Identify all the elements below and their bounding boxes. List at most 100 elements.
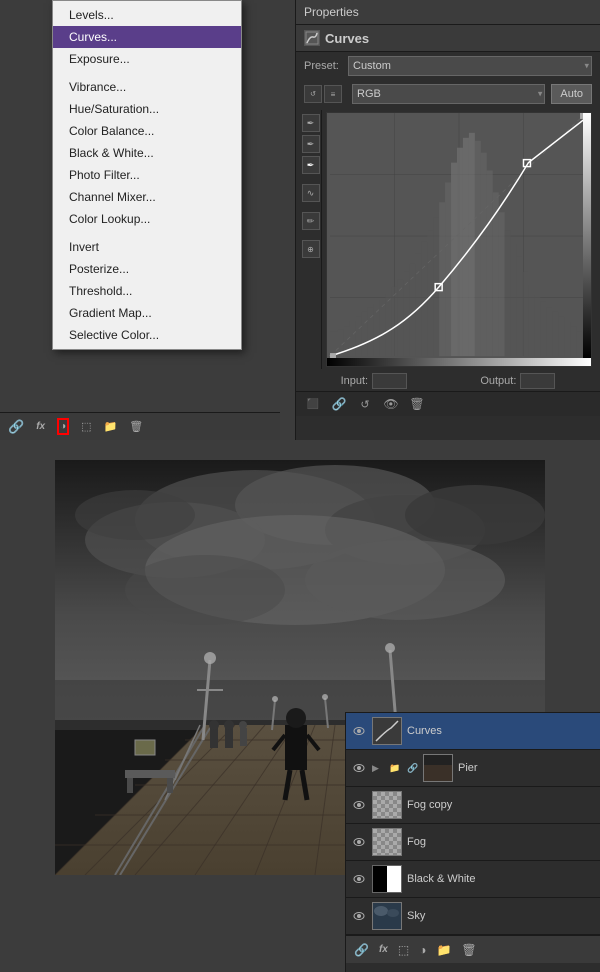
delete-layer-icon[interactable]: 🗑 [129, 420, 143, 433]
menu-item-black-white[interactable]: Black & White... [53, 142, 241, 164]
curves-svg [327, 113, 591, 366]
layer-thumb-fog [372, 828, 402, 856]
eyedropper-black-tool[interactable]: ✒ [302, 114, 320, 132]
adjustment-dropdown-menu: Levels... Curves... Exposure... Vibrance… [52, 0, 242, 350]
clip-shadows-icon[interactable]: ⬛ [304, 395, 322, 413]
channel-select[interactable]: RGB [352, 84, 545, 104]
layer-expand-pier[interactable]: ▶ [372, 763, 382, 774]
properties-header: Properties [296, 0, 600, 25]
new-group-icon[interactable]: 📁 [104, 420, 118, 433]
delete-icon[interactable]: 🗑 [408, 395, 426, 413]
layer-visibility-fog[interactable] [351, 834, 367, 850]
properties-panel: Properties Curves Preset: Custom [295, 0, 600, 440]
menu-item-hue-saturation[interactable]: Hue/Saturation... [53, 98, 241, 120]
layer-row-fog-copy[interactable]: Fog copy [346, 787, 600, 824]
fx-icon[interactable]: fx [36, 421, 45, 432]
layer-visibility-pier[interactable] [351, 760, 367, 776]
menu-item-levels[interactable]: Levels... [53, 4, 241, 26]
link-icon[interactable]: 🔗 [330, 395, 348, 413]
layer-thumb-sky [372, 902, 402, 930]
layer-name-black-white: Black & White [407, 873, 595, 885]
curves-options-btn[interactable]: ≡ [324, 85, 342, 103]
curves-title-bar: Curves [296, 25, 600, 52]
layer-link-icon[interactable]: 🔗 [354, 943, 369, 957]
layer-name-sky: Sky [407, 910, 595, 922]
layer-name-fog: Fog [407, 836, 595, 848]
eyedropper-gray-tool[interactable]: ✒ [302, 135, 320, 153]
smooth-curve-tool[interactable]: ∿ [302, 184, 320, 202]
layer-row-curves[interactable]: Curves [346, 713, 600, 750]
layer-visibility-black-white[interactable] [351, 871, 367, 887]
menu-item-photo-filter[interactable]: Photo Filter... [53, 164, 241, 186]
menu-item-color-lookup[interactable]: Color Lookup... [53, 208, 241, 230]
menu-item-gradient-map[interactable]: Gradient Map... [53, 302, 241, 324]
layer-thumb-curves [372, 717, 402, 745]
layer-visibility-sky[interactable] [351, 908, 367, 924]
layer-row-pier[interactable]: ▶ 📁 🔗 Pier [346, 750, 600, 787]
preset-row: Preset: Custom [296, 52, 600, 80]
layers-bottom-bar: 🔗 fx ⬚ ◑ 📁 🗑 [346, 935, 600, 963]
target-tool[interactable]: ⊕ [302, 240, 320, 258]
layer-toolbar: 🔗 fx ◑ ⬚ 📁 🗑 [0, 412, 280, 440]
output-field-group: Output: [480, 373, 555, 389]
layer-name-pier: Pier [458, 762, 595, 774]
layer-name-curves: Curves [407, 725, 595, 737]
layer-thumb-black-white [372, 865, 402, 893]
preset-select[interactable]: Custom [348, 56, 592, 76]
channel-row: ↺ ≡ RGB Auto [296, 80, 600, 108]
input-field-group: Input: [341, 373, 408, 389]
menu-item-posterize[interactable]: Posterize... [53, 258, 241, 280]
curves-graph[interactable] [326, 112, 592, 367]
shadow-gradient-bar [327, 358, 591, 366]
layer-fx-icon[interactable]: fx [379, 944, 388, 955]
layer-visibility-curves[interactable] [351, 723, 367, 739]
preset-label: Preset: [304, 60, 342, 72]
layer-adjustment-icon[interactable]: ◑ [419, 943, 426, 957]
output-value[interactable] [520, 373, 555, 389]
reset-icon[interactable]: ↺ [356, 395, 374, 413]
input-output-row: Input: Output: [296, 371, 600, 391]
bottom-section: Curves ▶ 📁 🔗 Pier Fog copy [0, 440, 600, 972]
top-section: 思客设计论坛 www.missyuan.com Levels... Curves… [0, 0, 600, 440]
menu-item-vibrance[interactable]: Vibrance... [53, 76, 241, 98]
menu-item-threshold[interactable]: Threshold... [53, 280, 241, 302]
visibility-icon[interactable]: 👁 [382, 395, 400, 413]
output-label: Output: [480, 375, 516, 387]
reset-curves-btn[interactable]: ↺ [304, 85, 322, 103]
menu-item-exposure[interactable]: Exposure... [53, 48, 241, 70]
layer-row-fog[interactable]: Fog [346, 824, 600, 861]
input-value[interactable] [372, 373, 407, 389]
folder-icon: 📁 [387, 763, 403, 774]
layer-visibility-fog-copy[interactable] [351, 797, 367, 813]
menu-item-color-balance[interactable]: Color Balance... [53, 120, 241, 142]
menu-item-curves[interactable]: Curves... [53, 26, 241, 48]
add-adjustment-icon[interactable]: ◑ [57, 418, 69, 435]
layer-row-sky[interactable]: Sky [346, 898, 600, 935]
curves-graph-area: ✒ ✒ ✒ ∿ ✏ ⊕ [296, 108, 600, 371]
layers-panel: Curves ▶ 📁 🔗 Pier Fog copy [345, 712, 600, 972]
add-mask-icon[interactable]: ⬚ [81, 420, 91, 433]
link-layers-icon[interactable]: 🔗 [8, 419, 24, 435]
menu-item-invert[interactable]: Invert [53, 236, 241, 258]
layer-chain-pier[interactable]: 🔗 [408, 763, 418, 773]
layer-delete-icon[interactable]: 🗑 [461, 943, 476, 957]
menu-item-channel-mixer[interactable]: Channel Mixer... [53, 186, 241, 208]
properties-title: Properties [304, 5, 359, 19]
highlight-gradient-bar [583, 113, 591, 358]
preset-select-wrap: Custom [348, 56, 592, 76]
channel-select-wrap: RGB [352, 84, 545, 104]
layer-mask-icon[interactable]: ⬚ [398, 943, 409, 957]
eyedropper-white-tool[interactable]: ✒ [302, 156, 320, 174]
pencil-tool[interactable]: ✏ [302, 212, 320, 230]
layer-folder-icon[interactable]: 📁 [436, 943, 451, 957]
layer-name-fog-copy: Fog copy [407, 799, 595, 811]
curves-adjustment-icon [304, 30, 320, 46]
layer-thumb-pier [423, 754, 453, 782]
layer-thumb-fog-copy [372, 791, 402, 819]
curves-title: Curves [325, 31, 369, 46]
layer-row-black-white[interactable]: Black & White [346, 861, 600, 898]
curves-tools-sidebar: ✒ ✒ ✒ ∿ ✏ ⊕ [300, 110, 322, 369]
auto-button[interactable]: Auto [551, 84, 592, 104]
curves-bottom-icons: ⬛ 🔗 ↺ 👁 🗑 [296, 391, 600, 416]
menu-item-selective-color[interactable]: Selective Color... [53, 324, 241, 346]
